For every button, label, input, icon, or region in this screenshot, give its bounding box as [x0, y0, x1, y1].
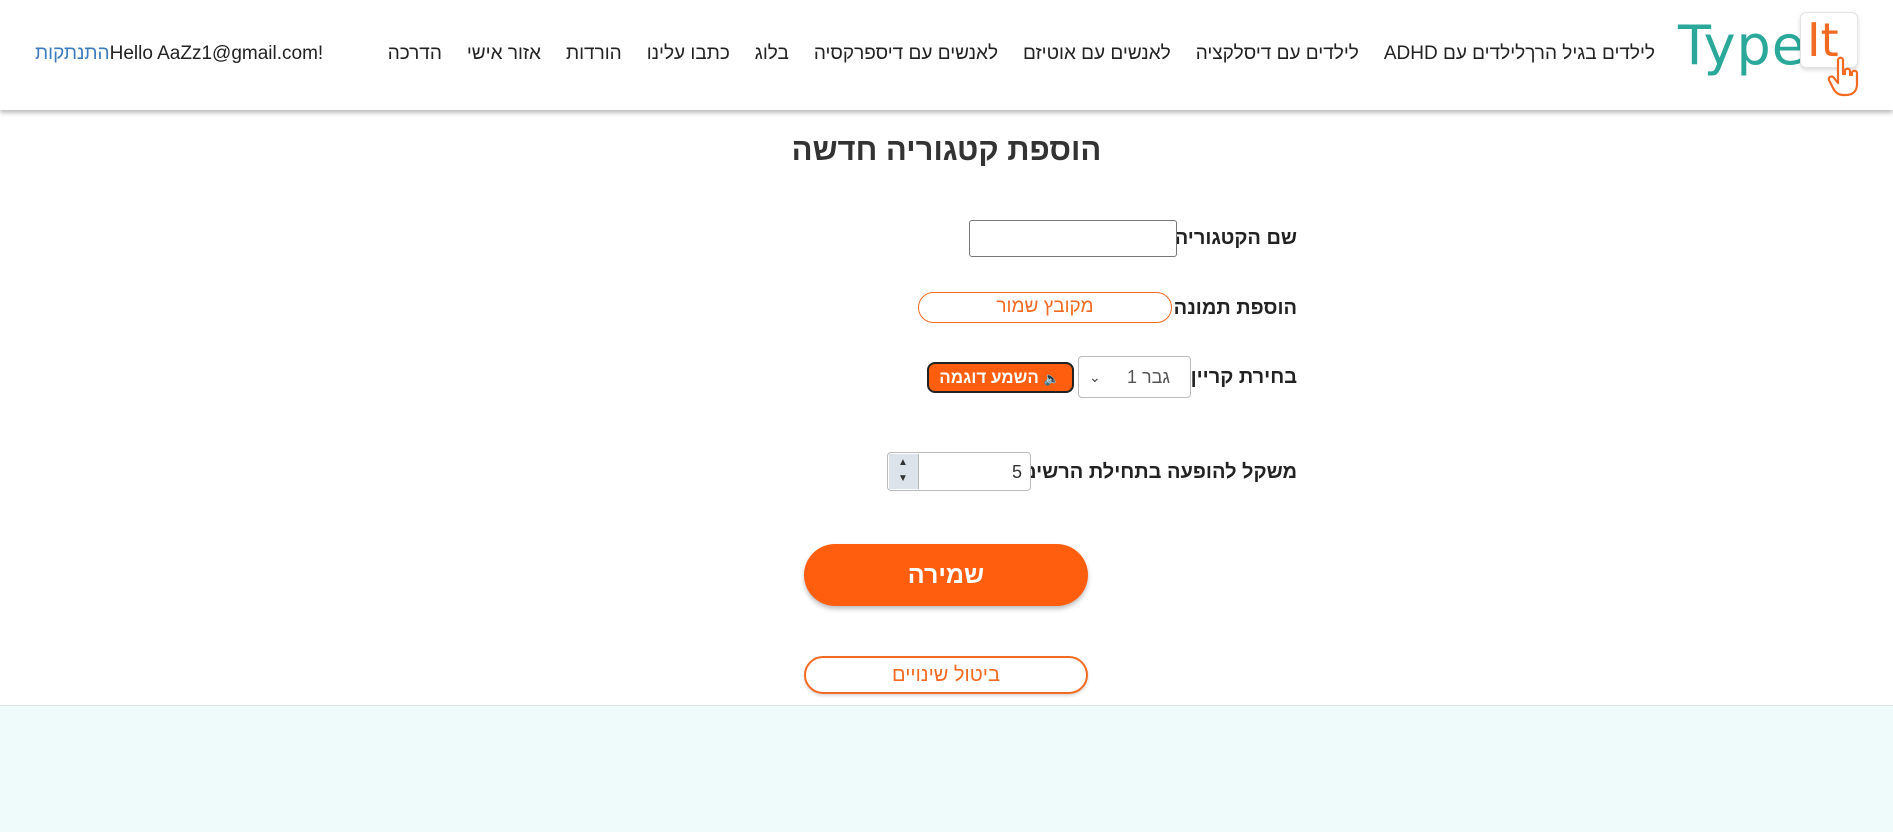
- speaker-icon: 🔈: [1043, 371, 1060, 386]
- logo-type-text: Type: [1678, 14, 1807, 77]
- typeit-logo[interactable]: Type It: [1678, 12, 1862, 102]
- hand-pointer-icon: [1827, 56, 1859, 97]
- nav-item-dyslexia[interactable]: לילדים עם דיסלקציה: [1196, 43, 1359, 65]
- main-content: הוספת קטגוריה חדשה שם הקטגוריה הוספת תמו…: [0, 110, 1893, 706]
- nav-item-autism[interactable]: לאנשים עם אוטיזם: [1023, 43, 1171, 65]
- spinner-down-icon[interactable]: ▼: [898, 473, 908, 484]
- image-from-file-button[interactable]: מקובץ שמור: [918, 292, 1172, 323]
- spinner-up-icon[interactable]: ▲: [898, 457, 908, 468]
- page-title: הוספת קטגוריה חדשה: [791, 132, 1102, 167]
- voice-label: בחירת קריין: [1190, 366, 1297, 388]
- category-name-label: שם הקטגוריה: [1174, 227, 1297, 249]
- category-name-input[interactable]: [969, 220, 1177, 257]
- nav-item-personal-area[interactable]: אזור אישי: [467, 43, 541, 65]
- user-greeting: Hello AaZz1@gmail.com!: [109, 43, 324, 64]
- cancel-changes-button[interactable]: ביטול שינויים: [804, 656, 1088, 694]
- nav-item-early-childhood[interactable]: לילדים בגיל הרך: [1525, 43, 1655, 65]
- play-sample-label: השמע דוגמה: [939, 368, 1039, 387]
- weight-label: משקל להופעה בתחילת הרשימה: [1008, 461, 1297, 483]
- weight-number-input[interactable]: 5 ▲ ▼: [887, 452, 1031, 491]
- save-button[interactable]: שמירה: [804, 544, 1088, 606]
- voice-select[interactable]: גבר 1 ⌄: [1078, 356, 1191, 398]
- voice-selected-value: גבר 1: [1126, 367, 1170, 387]
- nav-item-guide[interactable]: הדרכה: [388, 43, 442, 65]
- play-sample-button[interactable]: 🔈 השמע דוגמה: [927, 362, 1074, 393]
- chevron-down-icon: ⌄: [1089, 369, 1101, 385]
- nav-item-downloads[interactable]: הורדות: [566, 43, 622, 65]
- image-label: הוספת תמונה: [1173, 297, 1297, 319]
- main-nav: לילדים בגיל הרך לילדים עם ADHD לילדים עם…: [363, 43, 1655, 65]
- logout-link[interactable]: התנתקות: [35, 43, 110, 64]
- nav-item-blog[interactable]: בלוג: [755, 43, 789, 65]
- nav-item-press[interactable]: כתבו עלינו: [647, 43, 730, 65]
- weight-value: 5: [1011, 462, 1022, 482]
- nav-item-dyspraxia[interactable]: לאנשים עם דיספרקסיה: [814, 43, 998, 65]
- user-area: התנתקותHello AaZz1@gmail.com!: [35, 43, 323, 65]
- page-footer: [0, 705, 1893, 832]
- nav-item-adhd[interactable]: לילדים עם ADHD: [1384, 43, 1525, 65]
- weight-spinner[interactable]: ▲ ▼: [889, 454, 919, 489]
- site-header: Type It לילדים בגיל הרך לילדים עם ADHD ל…: [0, 0, 1893, 110]
